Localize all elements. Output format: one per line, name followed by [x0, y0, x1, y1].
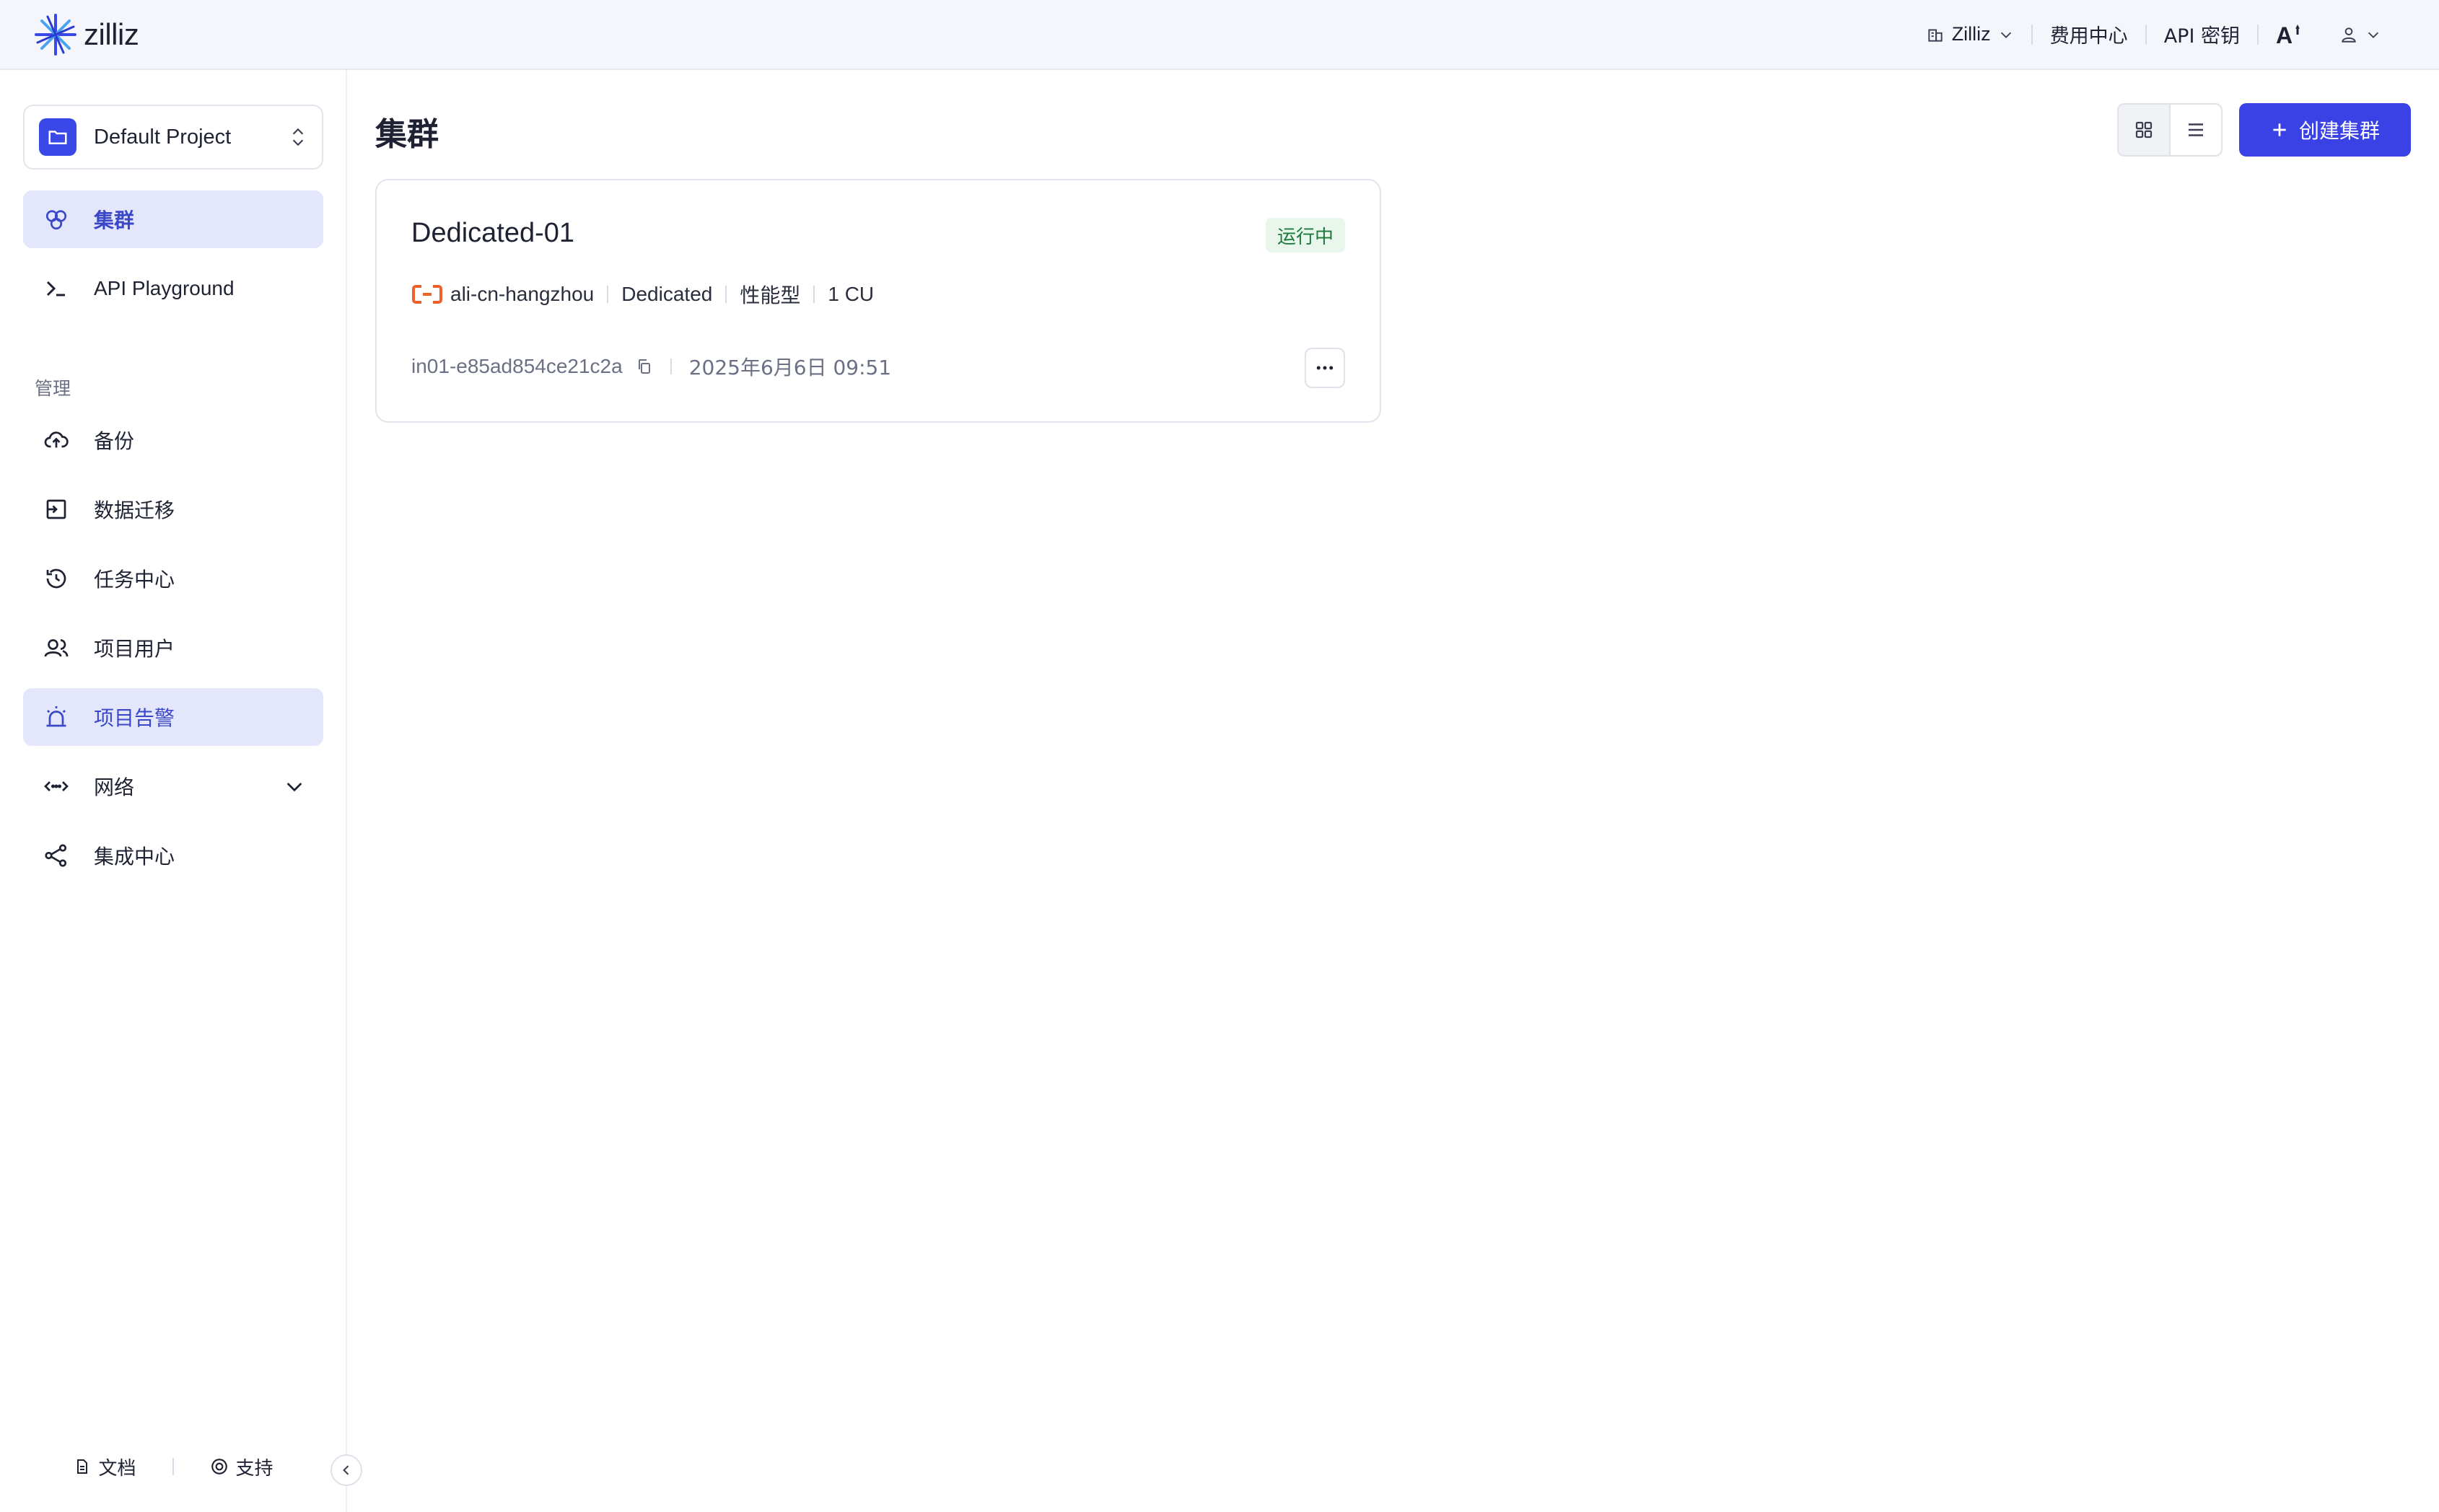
- history-icon: [40, 563, 72, 594]
- zilliz-star-icon: [35, 13, 76, 56]
- sidebar-item-clusters[interactable]: 集群: [23, 190, 323, 248]
- project-name: Default Project: [94, 125, 232, 149]
- sidebar-item-project-users[interactable]: 项目用户: [23, 619, 323, 677]
- divider: [725, 286, 727, 303]
- sidebar-item-label: 项目告警: [94, 706, 175, 730]
- brand-name: zilliz: [84, 17, 139, 51]
- lifebuoy-icon: [211, 1459, 227, 1474]
- docs-link[interactable]: 文档: [38, 1454, 172, 1480]
- support-label: 支持: [235, 1457, 273, 1480]
- billing-link[interactable]: 费用中心: [2033, 20, 2145, 48]
- create-cluster-button[interactable]: 创建集群: [2239, 103, 2411, 157]
- aliyun-icon: [412, 285, 442, 304]
- cluster-cu: 1 CU: [828, 283, 875, 305]
- cluster-card[interactable]: Dedicated-01 运行中 ali-cn-hangzhou Dedicat…: [375, 179, 1381, 423]
- alarm-icon: [40, 701, 72, 733]
- divider: [813, 286, 815, 303]
- translate-icon: A: [2276, 22, 2300, 48]
- sidebar-item-label: 项目用户: [94, 637, 175, 661]
- top-navigation: Zilliz 费用中心 API 密钥 A: [1909, 20, 2399, 48]
- docs-label: 文档: [98, 1457, 136, 1480]
- sidebar-item-network[interactable]: 网络: [23, 757, 323, 815]
- sidebar-item-label: API Playground: [94, 277, 235, 299]
- svg-text:A: A: [2276, 22, 2293, 48]
- org-switcher[interactable]: Zilliz: [1909, 23, 2031, 45]
- chevron-down-icon: [2000, 32, 2011, 38]
- sidebar-item-project-alerts[interactable]: 项目告警: [23, 688, 323, 746]
- copy-icon[interactable]: [636, 358, 653, 375]
- sidebar-item-label: 网络: [94, 775, 135, 799]
- sidebar-item-backup[interactable]: 备份: [23, 411, 323, 469]
- cluster-id-row: in01-e85ad854ce21c2a 2025年6月6日 09:51: [411, 352, 891, 381]
- sidebar-item-integrations[interactable]: 集成中心: [23, 827, 323, 884]
- share-icon: [40, 840, 72, 871]
- sidebar-item-label: 集成中心: [94, 845, 175, 869]
- sidebar-item-label: 集群: [94, 208, 135, 232]
- org-name: Zilliz: [1951, 23, 1991, 45]
- document-icon: [77, 1459, 88, 1474]
- cloud-upload-icon: [40, 424, 72, 456]
- folder-icon: [39, 118, 76, 156]
- users-icon: [40, 632, 72, 664]
- cluster-meta: ali-cn-hangzhou Dedicated 性能型 1 CU: [411, 280, 874, 309]
- cluster-type: 性能型: [740, 284, 801, 307]
- cluster-created-time: 2025年6月6日 09:51: [688, 356, 892, 379]
- language-switch[interactable]: A: [2259, 22, 2322, 48]
- migrate-icon: [40, 493, 72, 525]
- status-badge: 运行中: [1265, 218, 1345, 252]
- divider: [607, 286, 609, 303]
- sidebar-item-api-playground[interactable]: API Playground: [23, 260, 323, 317]
- chevron-left-icon: [343, 1465, 349, 1475]
- cluster-id: in01-e85ad854ce21c2a: [411, 355, 623, 377]
- project-selector[interactable]: Default Project: [23, 105, 323, 170]
- chevron-down-icon[interactable]: [283, 775, 306, 798]
- user-menu[interactable]: [2322, 25, 2399, 44]
- network-icon: [40, 770, 72, 802]
- support-link[interactable]: 支持: [174, 1454, 310, 1480]
- sidebar-item-label: 备份: [94, 429, 135, 453]
- sidebar-item-migration[interactable]: 数据迁移: [23, 480, 323, 538]
- sidebar-footer: 文档 支持: [0, 1445, 347, 1488]
- divider: [670, 359, 672, 374]
- more-actions-button[interactable]: [1305, 348, 1345, 388]
- chevron-up-down-icon: [292, 128, 304, 146]
- list-view-button[interactable]: [2171, 105, 2221, 155]
- sidebar-item-label: 数据迁移: [94, 498, 175, 522]
- top-bar: zilliz Zilliz 费用中心 API 密钥 A: [0, 0, 2439, 70]
- terminal-icon: [40, 273, 72, 304]
- grid-icon: [2135, 121, 2153, 139]
- user-icon: [2342, 27, 2356, 43]
- plus-icon: [2273, 123, 2286, 136]
- cluster-name[interactable]: Dedicated-01: [411, 218, 574, 249]
- page-title: 集群: [375, 116, 439, 153]
- chevron-down-icon: [2368, 32, 2379, 38]
- section-label-manage: 管理: [35, 378, 71, 399]
- api-keys-link[interactable]: API 密钥: [2147, 20, 2257, 48]
- list-icon: [2189, 123, 2203, 136]
- grid-view-button[interactable]: [2119, 105, 2171, 155]
- sidebar-item-task-center[interactable]: 任务中心: [23, 550, 323, 607]
- building-icon: [1928, 29, 1943, 42]
- create-cluster-label: 创建集群: [2298, 119, 2380, 143]
- cluster-plan: Dedicated: [621, 283, 713, 305]
- sidebar-collapse-button[interactable]: [330, 1454, 362, 1486]
- zilliz-logo[interactable]: zilliz: [33, 12, 139, 57]
- sidebar: Default Project 集群 API Playground 管理 备份: [0, 70, 347, 1512]
- cluster-icon: [40, 203, 72, 235]
- view-toggle: [2117, 103, 2223, 157]
- sidebar-item-label: 任务中心: [94, 568, 175, 592]
- cluster-region: ali-cn-hangzhou: [450, 283, 595, 305]
- more-horizontal-icon: [1316, 366, 1334, 370]
